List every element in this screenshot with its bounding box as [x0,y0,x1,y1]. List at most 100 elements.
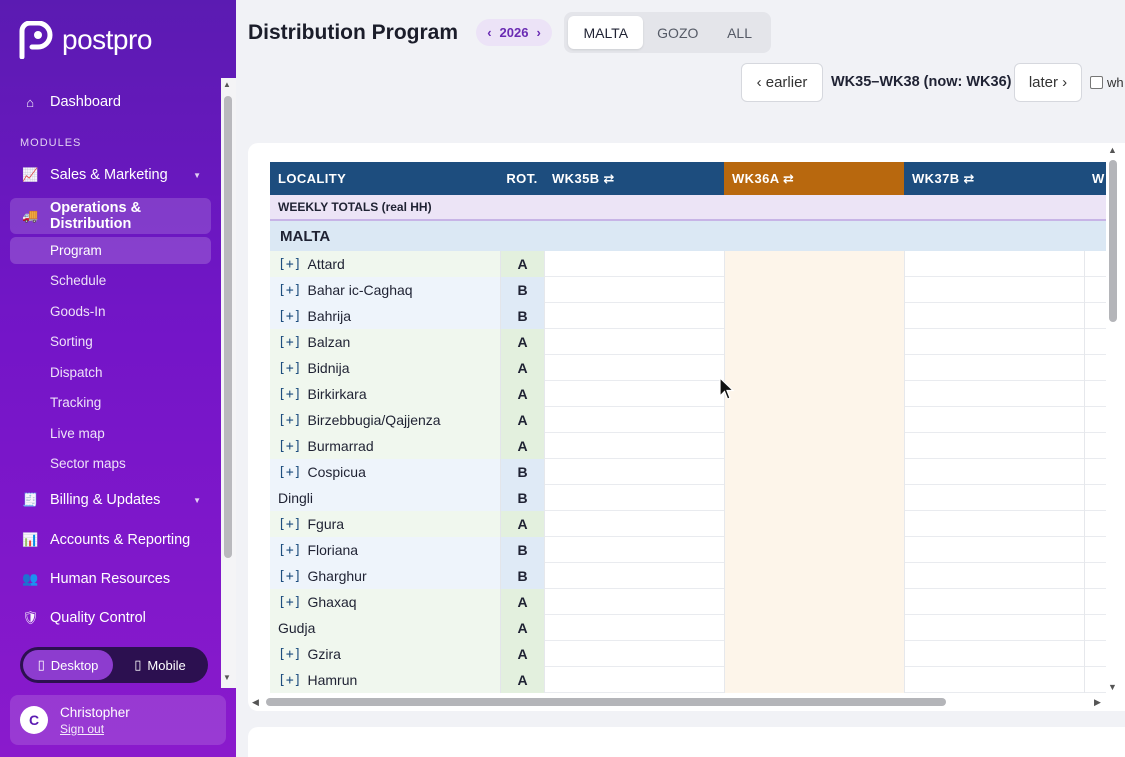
checkbox-box[interactable] [1090,76,1103,89]
week-cell[interactable] [544,381,724,407]
sub-item-goods-in[interactable]: Goods-In [10,298,211,325]
week-cell[interactable] [724,381,904,407]
week-cell[interactable] [904,511,1084,537]
col-header-wk36a[interactable]: WK36A ⇄ [724,162,904,195]
week-cell[interactable] [724,537,904,563]
week-cell[interactable] [904,251,1084,277]
week-cell[interactable] [724,251,904,277]
scroll-down-arrow-icon[interactable]: ▼ [1108,682,1117,692]
week-cell[interactable] [544,485,724,511]
expand-toggle[interactable]: [+] [278,439,301,454]
week-cell[interactable] [1084,589,1106,615]
sub-item-live-map[interactable]: Live map [10,420,211,447]
week-cell[interactable] [904,563,1084,589]
week-cell[interactable] [544,537,724,563]
week-cell[interactable] [904,329,1084,355]
expand-toggle[interactable]: [+] [278,361,301,376]
nav-billing-updates[interactable]: 🧾 Billing & Updates ▼ [10,483,211,517]
expand-toggle[interactable]: [+] [278,673,301,688]
week-cell[interactable] [1084,381,1106,407]
expand-toggle[interactable]: [+] [278,309,301,324]
week-cell[interactable] [1084,459,1106,485]
week-cell[interactable] [544,459,724,485]
nav-sales-marketing[interactable]: 📈 Sales & Marketing ▼ [10,158,211,192]
nav-dashboard[interactable]: ⌂ Dashboard [10,85,211,119]
week-cell[interactable] [904,277,1084,303]
week-cell[interactable] [544,511,724,537]
week-cell[interactable] [544,589,724,615]
wh-checkbox[interactable]: wh [1090,75,1124,90]
week-cell[interactable] [1084,511,1106,537]
sign-out-link[interactable]: Sign out [60,722,130,736]
week-cell[interactable] [724,303,904,329]
week-cell[interactable] [724,641,904,667]
week-cell[interactable] [724,667,904,693]
week-cell[interactable] [904,485,1084,511]
mobile-view-button[interactable]: ▯ Mobile [117,650,203,680]
expand-toggle[interactable]: [+] [278,335,301,350]
tab-all[interactable]: ALL [712,16,767,49]
desktop-view-button[interactable]: ▯ Desktop [23,650,113,680]
week-cell[interactable] [544,277,724,303]
nav-operations-distribution[interactable]: 🚚 Operations & Distribution [10,198,211,234]
nav-quality-control[interactable]: 🛡 Quality Control [10,601,211,635]
tab-malta[interactable]: MALTA [568,16,644,49]
expand-toggle[interactable]: [+] [278,595,301,610]
sub-item-sector-maps[interactable]: Sector maps [10,450,211,477]
sidebar-scrollbar-thumb[interactable] [224,96,232,558]
week-cell[interactable] [724,615,904,641]
week-cell[interactable] [904,407,1084,433]
week-cell[interactable] [544,303,724,329]
expand-toggle[interactable]: [+] [278,413,301,428]
tab-gozo[interactable]: GOZO [643,16,712,49]
grid-vertical-scrollbar-thumb[interactable] [1109,160,1117,322]
week-cell[interactable] [724,459,904,485]
week-cell[interactable] [904,355,1084,381]
expand-toggle[interactable]: [+] [278,283,301,298]
week-cell[interactable] [1084,329,1106,355]
week-cell[interactable] [904,641,1084,667]
week-cell[interactable] [1084,615,1106,641]
week-cell[interactable] [904,381,1084,407]
sub-item-program[interactable]: Program [10,237,211,264]
week-cell[interactable] [724,277,904,303]
week-cell[interactable] [544,355,724,381]
week-cell[interactable] [724,329,904,355]
week-cell[interactable] [1084,537,1106,563]
week-cell[interactable] [724,511,904,537]
app-logo[interactable]: postpro [18,20,152,60]
sub-item-schedule[interactable]: Schedule [10,267,211,294]
week-cell[interactable] [1084,407,1106,433]
week-cell[interactable] [1084,251,1106,277]
expand-toggle[interactable]: [+] [278,543,301,558]
week-cell[interactable] [1084,277,1106,303]
week-cell[interactable] [904,615,1084,641]
expand-toggle[interactable]: [+] [278,387,301,402]
week-cell[interactable] [1084,485,1106,511]
sub-item-sorting[interactable]: Sorting [10,328,211,355]
year-next-icon[interactable]: › [536,25,540,40]
week-cell[interactable] [904,433,1084,459]
week-cell[interactable] [904,537,1084,563]
year-prev-icon[interactable]: ‹ [487,25,491,40]
week-cell[interactable] [544,641,724,667]
expand-toggle[interactable]: [+] [278,517,301,532]
week-cell[interactable] [724,355,904,381]
scroll-left-arrow-icon[interactable]: ◀ [252,697,259,708]
week-cell[interactable] [1084,667,1106,693]
week-cell[interactable] [1084,433,1106,459]
week-cell[interactable] [724,407,904,433]
grid-horizontal-scrollbar-thumb[interactable] [266,698,946,706]
week-cell[interactable] [1084,303,1106,329]
week-cell[interactable] [544,407,724,433]
earlier-button[interactable]: ‹ earlier [741,63,823,102]
expand-toggle[interactable]: [+] [278,257,301,272]
week-cell[interactable] [724,563,904,589]
scroll-right-arrow-icon[interactable]: ▶ [1094,697,1101,708]
col-header-wk35b[interactable]: WK35B ⇄ [544,162,724,195]
week-cell[interactable] [904,589,1084,615]
later-button[interactable]: later › [1014,63,1082,102]
week-cell[interactable] [724,433,904,459]
sub-item-tracking[interactable]: Tracking [10,389,211,416]
nav-human-resources[interactable]: 👥 Human Resources [10,562,211,596]
